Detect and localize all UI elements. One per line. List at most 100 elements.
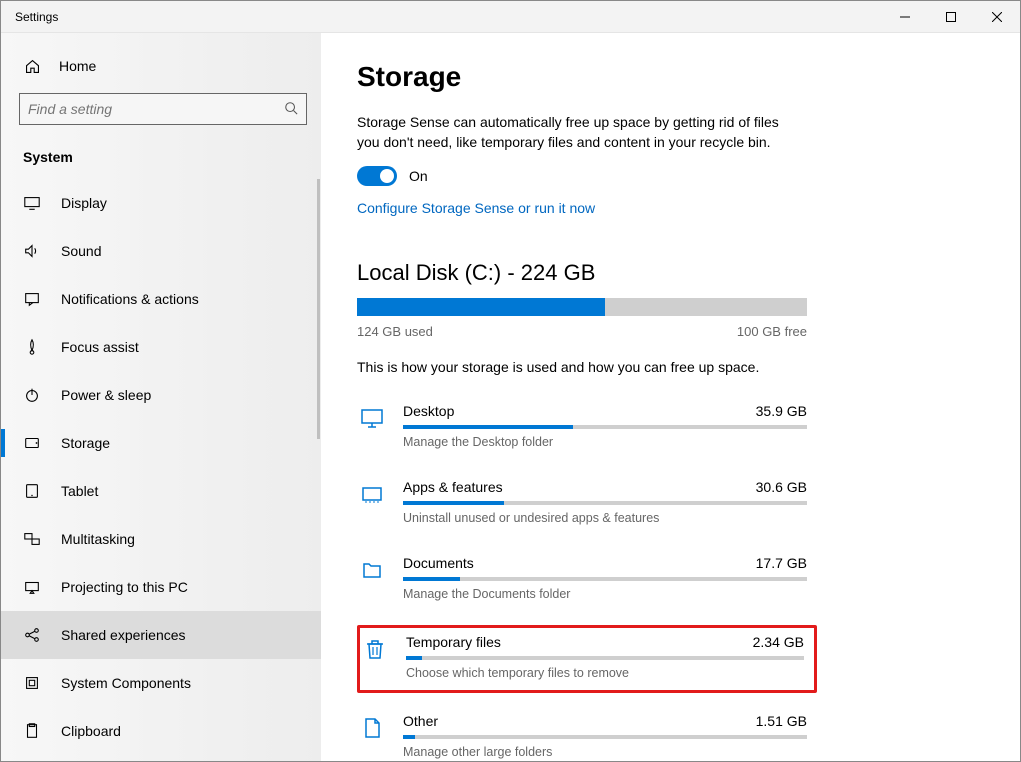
category-size: 30.6 GB xyxy=(756,479,807,495)
disk-title: Local Disk (C:) - 224 GB xyxy=(357,260,984,286)
sidebar-item-shared-experiences[interactable]: Shared experiences xyxy=(1,611,321,659)
section-header: System xyxy=(1,139,321,173)
category-bar xyxy=(403,735,807,739)
sidebar-item-multitasking[interactable]: Multitasking xyxy=(1,515,321,563)
category-sub: Manage the Desktop folder xyxy=(403,435,807,449)
minimize-icon xyxy=(900,12,910,22)
disk-free-label: 100 GB free xyxy=(737,324,807,339)
maximize-button[interactable] xyxy=(928,1,974,32)
sidebar-item-system-components[interactable]: System Components xyxy=(1,659,321,707)
search-input[interactable] xyxy=(28,101,284,117)
close-button[interactable] xyxy=(974,1,1020,32)
storage-sense-desc: Storage Sense can automatically free up … xyxy=(357,113,787,152)
trash-icon xyxy=(362,636,388,662)
category-sub: Uninstall unused or undesired apps & fea… xyxy=(403,511,807,525)
sidebar-item-clipboard[interactable]: Clipboard xyxy=(1,707,321,755)
settings-window: Settings Home xyxy=(0,0,1021,762)
multitasking-icon xyxy=(23,530,41,548)
category-sub: Manage the Documents folder xyxy=(403,587,807,601)
category-size: 35.9 GB xyxy=(756,403,807,419)
category-other[interactable]: Other 1.51 GB Manage other large folders xyxy=(357,707,817,761)
sidebar-item-power-sleep[interactable]: Power & sleep xyxy=(1,371,321,419)
disk-usage-fill xyxy=(357,298,605,316)
window-title: Settings xyxy=(1,10,58,24)
sidebar-item-label: Storage xyxy=(61,435,110,451)
sidebar-item-label: Power & sleep xyxy=(61,387,151,403)
maximize-icon xyxy=(946,12,956,22)
home-icon xyxy=(23,57,41,75)
sidebar-item-label: Display xyxy=(61,195,107,211)
sound-icon xyxy=(23,242,41,260)
close-icon xyxy=(992,12,1002,22)
sidebar-item-label: System Components xyxy=(61,675,191,691)
category-documents[interactable]: Documents 17.7 GB Manage the Documents fo… xyxy=(357,549,817,611)
storage-icon xyxy=(23,434,41,452)
disk-usage-bar xyxy=(357,298,807,316)
system-components-icon xyxy=(23,674,41,692)
storage-sense-toggle-row: On xyxy=(357,166,984,186)
category-size: 17.7 GB xyxy=(756,555,807,571)
category-sub: Manage other large folders xyxy=(403,745,807,759)
window-body: Home System Display xyxy=(1,33,1020,761)
minimize-button[interactable] xyxy=(882,1,928,32)
category-bar xyxy=(406,656,804,660)
notifications-icon xyxy=(23,290,41,308)
storage-sense-toggle[interactable] xyxy=(357,166,397,186)
sidebar-item-label: Sound xyxy=(61,243,101,259)
tablet-icon xyxy=(23,482,41,500)
category-sub: Choose which temporary files to remove xyxy=(406,666,804,680)
category-size: 1.51 GB xyxy=(756,713,807,729)
other-icon xyxy=(359,715,385,741)
category-label: Temporary files xyxy=(406,634,501,650)
category-bar xyxy=(403,501,807,505)
nav-list: Display Sound Notifications & actions Fo… xyxy=(1,179,321,755)
sidebar-item-label: Tablet xyxy=(61,483,98,499)
sidebar-item-label: Focus assist xyxy=(61,339,139,355)
category-label: Desktop xyxy=(403,403,454,419)
sidebar-item-label: Clipboard xyxy=(61,723,121,739)
sidebar-item-label: Multitasking xyxy=(61,531,135,547)
sidebar-item-projecting[interactable]: Projecting to this PC xyxy=(1,563,321,611)
shared-experiences-icon xyxy=(23,626,41,644)
display-icon xyxy=(23,194,41,212)
titlebar: Settings xyxy=(1,1,1020,33)
usage-desc: This is how your storage is used and how… xyxy=(357,359,984,375)
page-title: Storage xyxy=(357,61,984,93)
category-label: Apps & features xyxy=(403,479,503,495)
sidebar-item-tablet[interactable]: Tablet xyxy=(1,467,321,515)
home-label: Home xyxy=(59,58,96,74)
category-apps[interactable]: Apps & features 30.6 GB Uninstall unused … xyxy=(357,473,817,535)
category-size: 2.34 GB xyxy=(753,634,804,650)
search-icon xyxy=(284,101,298,118)
window-controls xyxy=(882,1,1020,32)
content: Storage Storage Sense can automatically … xyxy=(321,33,1020,761)
category-temporary-files[interactable]: Temporary files 2.34 GB Choose which temp… xyxy=(357,625,817,693)
category-bar xyxy=(403,577,807,581)
category-label: Documents xyxy=(403,555,474,571)
category-bar xyxy=(403,425,807,429)
search-box[interactable] xyxy=(19,93,307,125)
sidebar-item-sound[interactable]: Sound xyxy=(1,227,321,275)
sidebar-item-focus-assist[interactable]: Focus assist xyxy=(1,323,321,371)
category-label: Other xyxy=(403,713,438,729)
sidebar-item-display[interactable]: Display xyxy=(1,179,321,227)
sidebar-item-notifications[interactable]: Notifications & actions xyxy=(1,275,321,323)
toggle-label: On xyxy=(409,168,428,184)
sidebar-item-label: Shared experiences xyxy=(61,627,186,643)
focus-assist-icon xyxy=(23,338,41,356)
documents-icon xyxy=(359,557,385,583)
disk-used-label: 124 GB used xyxy=(357,324,433,339)
sidebar-item-label: Projecting to this PC xyxy=(61,579,188,595)
disk-labels: 124 GB used 100 GB free xyxy=(357,324,807,339)
search-wrap xyxy=(1,85,321,139)
projecting-icon xyxy=(23,578,41,596)
category-desktop[interactable]: Desktop 35.9 GB Manage the Desktop folder xyxy=(357,397,817,459)
apps-icon xyxy=(359,481,385,507)
desktop-icon xyxy=(359,405,385,431)
power-icon xyxy=(23,386,41,404)
sidebar: Home System Display xyxy=(1,33,321,761)
configure-storage-sense-link[interactable]: Configure Storage Sense or run it now xyxy=(357,200,984,216)
sidebar-item-label: Notifications & actions xyxy=(61,291,199,307)
sidebar-item-storage[interactable]: Storage xyxy=(1,419,321,467)
home-nav[interactable]: Home xyxy=(1,47,321,85)
